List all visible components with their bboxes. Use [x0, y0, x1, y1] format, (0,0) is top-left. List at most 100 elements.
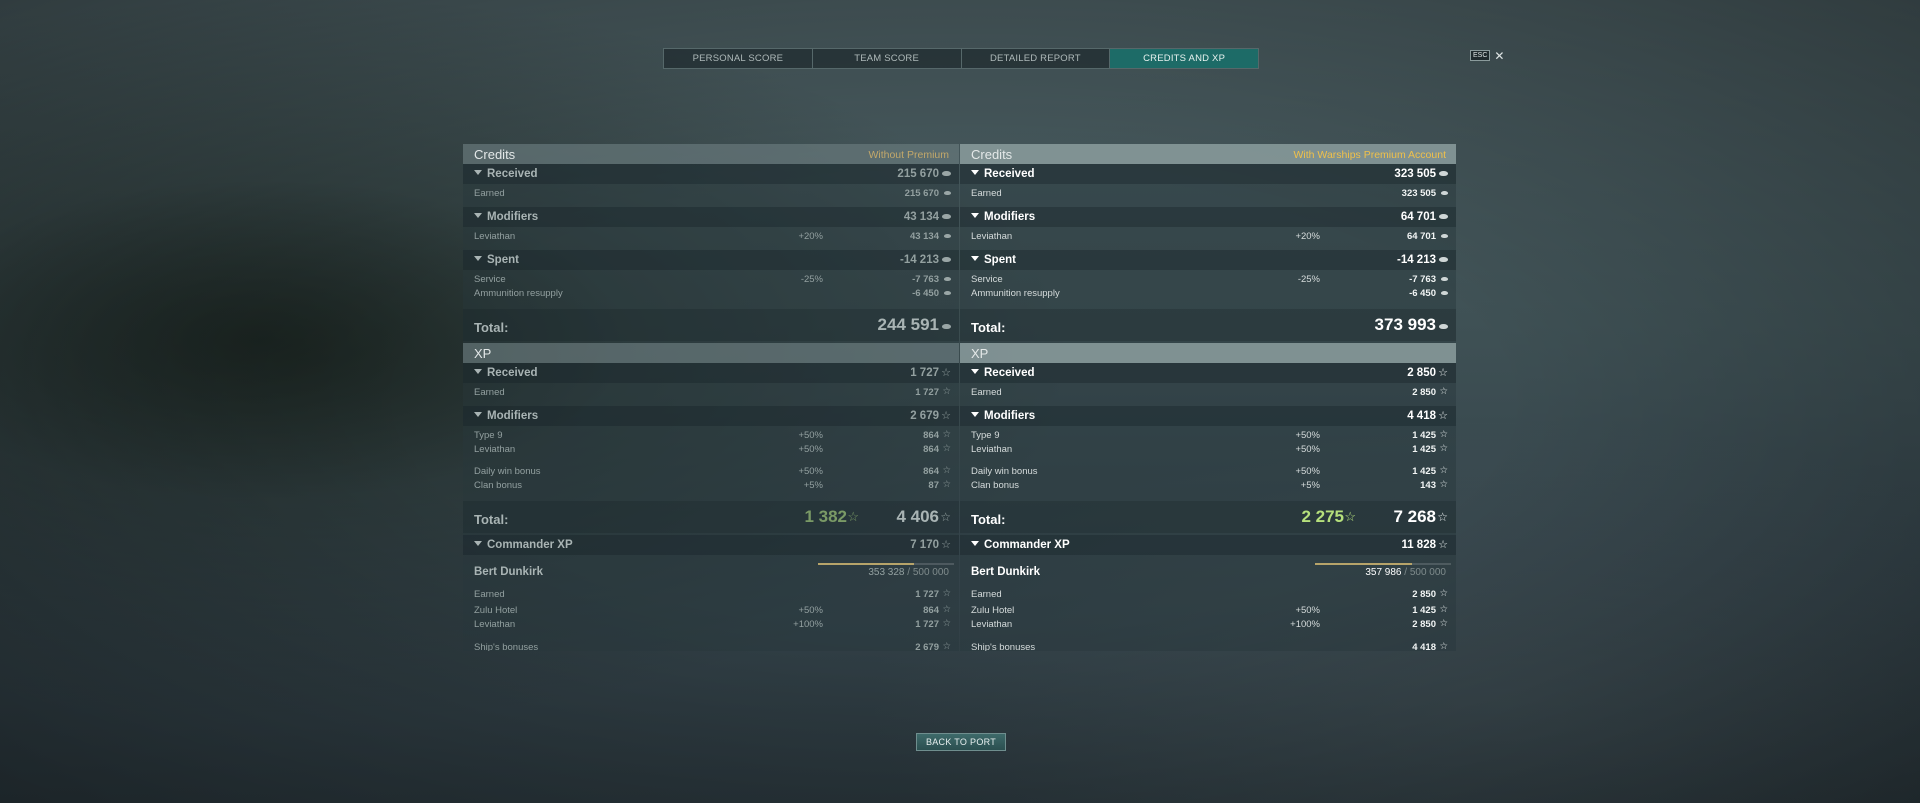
xp-type9-row: Type 9 +50% 1 425 ☆	[960, 429, 1456, 443]
credits-modifiers-group[interactable]: Modifiers 64 701	[960, 207, 1456, 227]
xp-type9-value: 864	[923, 430, 939, 441]
xp-daily-win-value: 864	[923, 466, 939, 477]
xp-type9-label: Type 9	[474, 430, 503, 441]
credits-spent-group[interactable]: Spent -14 213	[463, 250, 959, 270]
commander-leviathan-value: 1 727	[915, 619, 939, 630]
commander-leviathan-percent: +100%	[793, 619, 823, 630]
xp-received-label: Received	[971, 367, 1035, 379]
credit-coin-icon	[942, 210, 951, 222]
credits-total-value: 373 993	[1374, 315, 1436, 334]
credits-spent-label: Spent	[474, 254, 519, 266]
credits-ammo-row: Ammunition resupply -6 450	[960, 287, 1456, 301]
commander-zulu-hotel-label: Zulu Hotel	[971, 605, 1015, 616]
commander-xp-group[interactable]: Commander XP 7 170 ☆	[463, 535, 959, 555]
commander-xp-value: 7 170	[910, 539, 939, 551]
xp-total-label: Total:	[474, 512, 509, 527]
credits-earned-row: Earned 323 505	[960, 187, 1456, 201]
xp-clan-row: Clan bonus +5% 143 ☆	[960, 479, 1456, 493]
xp-type9-label: Type 9	[971, 430, 1000, 441]
xp-modifiers-value: 2 679	[910, 410, 939, 422]
close-button[interactable]: ESC ✕	[1470, 50, 1504, 62]
xp-modifiers-group[interactable]: Modifiers 4 418 ☆	[960, 406, 1456, 426]
commander-leviathan-label: Leviathan	[474, 619, 516, 630]
credit-coin-icon	[944, 230, 951, 241]
xp-section-header: XP	[463, 343, 959, 363]
close-icon[interactable]: ✕	[1494, 50, 1504, 62]
commander-leviathan-value: 2 850	[1412, 619, 1436, 630]
credit-coin-icon	[1439, 318, 1448, 332]
credits-received-value: 323 505	[1394, 168, 1436, 180]
commander-ship-bonuses-row: Ship's bonuses 4 418 ☆	[960, 641, 1456, 651]
credits-spent-group[interactable]: Spent -14 213	[960, 250, 1456, 270]
xp-modifiers-label: Modifiers	[474, 410, 538, 422]
credits-service-percent: -25%	[800, 274, 823, 285]
xp-type9-percent: +50%	[1295, 430, 1320, 441]
tab-personal-score[interactable]: PERSONAL SCORE	[664, 49, 813, 68]
xp-daily-win-label: Daily win bonus	[971, 466, 1038, 477]
xp-leviathan-value: 1 425	[1412, 444, 1436, 455]
tab-detailed-report[interactable]: DETAILED REPORT	[962, 49, 1111, 68]
xp-received-group[interactable]: Received 1 727 ☆	[463, 363, 959, 383]
xp-star-icon: ☆	[1438, 410, 1448, 422]
commander-earned-label: Earned	[971, 589, 1002, 600]
credits-leviathan-value: 43 134	[909, 231, 939, 242]
commander-zulu-hotel-percent: +50%	[1295, 605, 1320, 616]
credits-received-label: Received	[474, 168, 538, 180]
commander-earned-value: 1 727	[915, 589, 939, 600]
commander-xp-group[interactable]: Commander XP 11 828 ☆	[960, 535, 1456, 555]
credits-spent-value: -14 213	[899, 254, 939, 266]
credits-received-value: 215 670	[897, 168, 939, 180]
credits-received-group[interactable]: Received 323 505	[960, 164, 1456, 184]
xp-daily-win-percent: +50%	[798, 466, 823, 477]
credits-earned-label: Earned	[971, 188, 1002, 199]
xp-star-icon: ☆	[940, 510, 951, 524]
credits-modifiers-group[interactable]: Modifiers 43 134	[463, 207, 959, 227]
commander-progress-bar	[818, 563, 954, 565]
xp-leviathan-percent: +50%	[798, 444, 823, 455]
commander-name: Bert Dunkirk	[971, 566, 1041, 578]
credit-coin-icon	[944, 287, 951, 298]
esc-key-badge: ESC	[1470, 50, 1491, 61]
commander-xp-label: Commander XP	[474, 539, 573, 551]
credits-service-percent: -25%	[1297, 274, 1320, 285]
credit-coin-icon	[1441, 273, 1448, 284]
xp-star-icon: ☆	[1439, 479, 1448, 490]
xp-received-label: Received	[474, 367, 538, 379]
credits-ammo-label: Ammunition resupply	[971, 288, 1060, 299]
credit-coin-icon	[1439, 210, 1448, 222]
credits-received-group[interactable]: Received 215 670	[463, 164, 959, 184]
credits-section-header: Credits With Warships Premium Account	[960, 144, 1456, 164]
xp-star-icon: ☆	[942, 386, 951, 397]
credits-ammo-row: Ammunition resupply -6 450	[463, 287, 959, 301]
credits-ammo-label: Ammunition resupply	[474, 288, 563, 299]
xp-earned-value: 2 850	[1412, 387, 1436, 398]
credits-leviathan-value: 64 701	[1406, 231, 1436, 242]
commander-xp-value: 11 828	[1401, 539, 1436, 551]
xp-earned-row: Earned 2 850 ☆	[960, 386, 1456, 400]
xp-section-title: XP	[971, 346, 989, 361]
commander-leviathan-label: Leviathan	[971, 619, 1013, 630]
tab-team-score[interactable]: TEAM SCORE	[813, 49, 962, 68]
credits-modifiers-label: Modifiers	[474, 211, 538, 223]
back-to-port-button[interactable]: BACK TO PORT	[916, 733, 1006, 751]
xp-star-icon: ☆	[1438, 539, 1448, 551]
credits-leviathan-percent: +20%	[798, 231, 823, 242]
xp-star-icon: ☆	[941, 539, 951, 551]
xp-received-group[interactable]: Received 2 850 ☆	[960, 363, 1456, 383]
commander-zulu-hotel-value: 1 425	[1412, 605, 1436, 616]
credit-coin-icon	[942, 318, 951, 332]
xp-clan-label: Clan bonus	[474, 480, 523, 491]
xp-modifiers-group[interactable]: Modifiers 2 679 ☆	[463, 406, 959, 426]
tab-credits-and-xp[interactable]: CREDITS AND XP	[1110, 49, 1258, 68]
xp-daily-win-label: Daily win bonus	[474, 466, 541, 477]
xp-total-label: Total:	[971, 512, 1006, 527]
commander-progress-text: 357 986 / 500 000	[1365, 567, 1446, 578]
xp-leviathan-row: Leviathan +50% 1 425 ☆	[960, 443, 1456, 457]
xp-clan-row: Clan bonus +5% 87 ☆	[463, 479, 959, 493]
xp-section-header: XP	[960, 343, 1456, 363]
xp-star-icon: ☆	[942, 479, 951, 490]
xp-total-row: Total: 1 382 ☆ 4 406 ☆	[463, 501, 959, 533]
commander-ship-bonuses-label: Ship's bonuses	[474, 642, 539, 651]
credit-coin-icon	[1441, 230, 1448, 241]
credits-spent-value: -14 213	[1396, 254, 1436, 266]
